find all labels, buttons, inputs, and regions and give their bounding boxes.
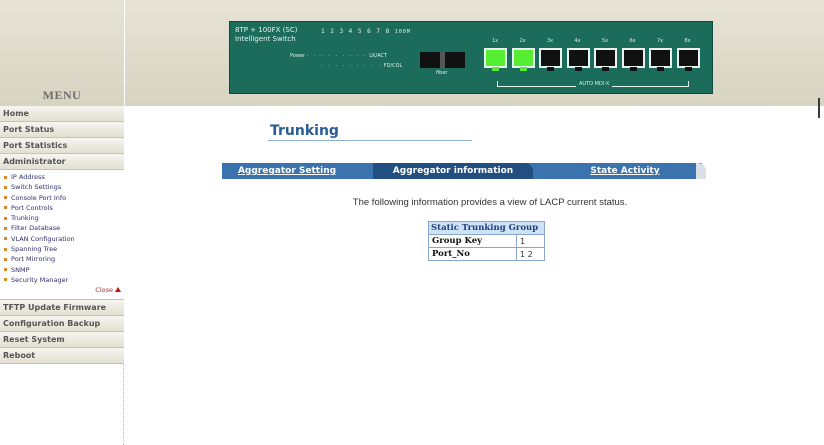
fiber-port [420, 52, 465, 68]
menu-list: Home Port Status Port Statistics Adminis… [0, 106, 124, 365]
submenu-item-spanning-tree[interactable]: Spanning Tree [0, 244, 124, 254]
table-row: Group Key 1 [428, 234, 545, 248]
tab-aggregator-setting[interactable]: Aggregator Setting [222, 163, 352, 179]
bullet-icon [4, 216, 7, 220]
submenu-label: Filter Database [11, 224, 61, 233]
bullet-icon [4, 226, 7, 230]
submenu-item-ip-address[interactable]: IP Address [0, 172, 124, 182]
port-label: 1x [492, 38, 499, 44]
submenu-item-port-mirroring[interactable]: Port Mirroring [0, 254, 124, 264]
submenu-label: SNMP [11, 265, 30, 274]
led-numbers: 1 2 3 4 5 6 7 8 [321, 28, 391, 35]
power-label: Power [290, 53, 306, 59]
port-label: 3x [547, 38, 554, 44]
port-7 [649, 48, 672, 71]
submenu-item-snmp[interactable]: SNMP [0, 265, 124, 275]
submenu-label: VLAN Configuration [11, 234, 75, 243]
right-edge-marker [818, 98, 820, 118]
port-label: 5x [602, 38, 609, 44]
menu-item-reboot[interactable]: Reboot [0, 348, 124, 365]
bullet-icon [4, 196, 7, 200]
tab-bar-end [696, 163, 706, 179]
port-label: 8x [684, 38, 691, 44]
submenu-label: Switch Settings [11, 183, 62, 192]
device-name-line1: 8TP + 100FX (SC) [235, 26, 298, 34]
close-label: Close [95, 286, 113, 295]
menu-item-home[interactable]: Home [0, 106, 124, 122]
submenu-label: Spanning Tree [11, 245, 58, 254]
bullet-icon [4, 247, 7, 251]
rj45-port-block: 1x 2x 3x 4x 5x 6x 7x 8x [484, 38, 702, 76]
port-label: 6x [629, 38, 636, 44]
submenu-item-trunking[interactable]: Trunking [0, 213, 124, 223]
led-number-row: 1 2 3 4 5 6 7 8 100M [321, 28, 411, 35]
port-2 [511, 48, 535, 71]
fd-col-label: FD/COL [383, 63, 403, 69]
submenu-item-filter-database[interactable]: Filter Database [0, 223, 124, 233]
group-key-value: 1 [516, 234, 545, 248]
submenu-label: IP Address [11, 173, 45, 181]
switch-front-panel: 8TP + 100FX (SC) Intelligent Switch 1 2 … [229, 21, 713, 94]
table-row: Port_No 1 2 [428, 247, 545, 261]
device-name-line2: Intelligent Switch [235, 35, 296, 43]
port-8 [676, 48, 700, 71]
port-no-value: 1 2 [516, 247, 545, 261]
menu-item-port-statistics[interactable]: Port Statistics [0, 138, 124, 154]
description-text: The following information provides a vie… [352, 197, 628, 208]
table-header-row: Static Trunking Group [428, 221, 545, 235]
bullet-icon [4, 278, 7, 282]
tab-state-activity[interactable]: State Activity [560, 163, 690, 179]
menu-item-configuration-backup[interactable]: Configuration Backup [0, 316, 124, 333]
port-4 [566, 48, 590, 71]
power-led-row: Power · · · · · · · · · LK/ACT [290, 53, 387, 59]
menu-item-tftp-update-firmware[interactable]: TFTP Update Firmware [0, 300, 124, 317]
submenu-label: Port Controls [11, 203, 53, 212]
submenu-item-security-manager[interactable]: Security Manager [0, 275, 124, 285]
tab-aggregator-information[interactable]: Aggregator information [373, 163, 533, 179]
submenu-label: Trunking [11, 214, 39, 223]
static-trunking-group-table: Static Trunking Group Group Key 1 Port_N… [428, 221, 545, 261]
bullet-icon [4, 175, 7, 179]
bullet-icon [4, 257, 7, 261]
left-menu-column: MENU Home Port Status Port Statistics Ad… [0, 0, 124, 445]
submenu-item-console-port-info[interactable]: Console Port Info [0, 193, 124, 203]
menu-item-port-status[interactable]: Port Status [0, 122, 124, 138]
page-title: Trunking [270, 123, 339, 139]
submenu-item-switch-settings[interactable]: Switch Settings [0, 182, 124, 192]
menu-title: MENU [42, 88, 82, 102]
port-5 [594, 48, 617, 71]
device-name: 8TP + 100FX (SC) Intelligent Switch [235, 26, 297, 44]
port-label: 4x [574, 38, 581, 44]
menu-header: MENU [0, 0, 124, 106]
menu-item-reset-system[interactable]: Reset System [0, 332, 124, 349]
bullet-icon [4, 206, 7, 210]
port-label: 2x [519, 38, 526, 44]
port-1 [484, 48, 507, 71]
submenu-label: Security Manager [11, 275, 69, 284]
lk-act-label: LK/ACT [369, 53, 387, 59]
submenu-label: Console Port Info [11, 193, 67, 202]
fdcol-led-row: · · · · · · · · · FD/COL [321, 63, 403, 69]
port-3 [539, 48, 562, 71]
submenu-label: Port Mirroring [11, 255, 56, 264]
group-key-label: Group Key [428, 234, 517, 248]
led-100m-label: 100M [394, 29, 411, 35]
auto-mdi-bracket: AUTO MDI-X [497, 81, 689, 87]
submenu-item-vlan-configuration[interactable]: VLAN Configuration [0, 234, 124, 244]
bullet-icon [4, 185, 7, 189]
bullet-icon [4, 268, 7, 272]
up-arrow-icon [115, 286, 121, 292]
port-label: 7x [657, 38, 664, 44]
port-no-label: Port_No [428, 247, 517, 261]
fiber-label: fiber [436, 70, 448, 76]
port-6 [621, 48, 645, 71]
title-divider [268, 140, 472, 141]
administrator-submenu: IP Address Switch Settings Console Port … [0, 170, 124, 301]
submenu-close-button[interactable]: Close [0, 285, 124, 296]
table-header: Static Trunking Group [428, 221, 545, 235]
submenu-item-port-controls[interactable]: Port Controls [0, 203, 124, 213]
menu-item-administrator[interactable]: Administrator [0, 154, 124, 170]
auto-mdi-label: AUTO MDI-X [576, 81, 613, 87]
bullet-icon [4, 237, 7, 241]
